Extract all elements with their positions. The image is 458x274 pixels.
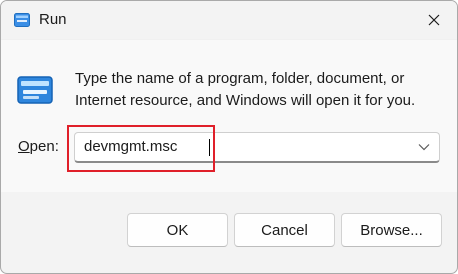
- open-label-text: pen:: [29, 138, 59, 155]
- close-button[interactable]: [411, 1, 457, 39]
- open-combobox[interactable]: devmgmt.msc: [74, 132, 440, 163]
- cancel-button[interactable]: Cancel: [234, 213, 335, 247]
- run-app-icon: [17, 76, 53, 104]
- chevron-down-icon[interactable]: [418, 143, 430, 151]
- open-label: Open:: [18, 138, 59, 155]
- title-bar: Run: [1, 1, 457, 39]
- browse-button[interactable]: Browse...: [341, 213, 442, 247]
- description: Type the name of a program, folder, docu…: [75, 68, 445, 112]
- run-dialog: Run Type the name of a program, folder, …: [0, 0, 458, 274]
- close-icon: [428, 14, 440, 26]
- description-line: Internet resource, and Windows will open…: [75, 92, 416, 109]
- description-line: Type the name of a program, folder, docu…: [75, 70, 405, 87]
- ok-button[interactable]: OK: [127, 213, 228, 247]
- window-title: Run: [39, 11, 67, 28]
- open-input[interactable]: devmgmt.msc: [84, 138, 177, 155]
- open-label-accelerator: O: [18, 138, 30, 155]
- run-icon: [14, 13, 30, 27]
- text-cursor: [209, 139, 210, 156]
- dialog-content: Type the name of a program, folder, docu…: [1, 39, 457, 192]
